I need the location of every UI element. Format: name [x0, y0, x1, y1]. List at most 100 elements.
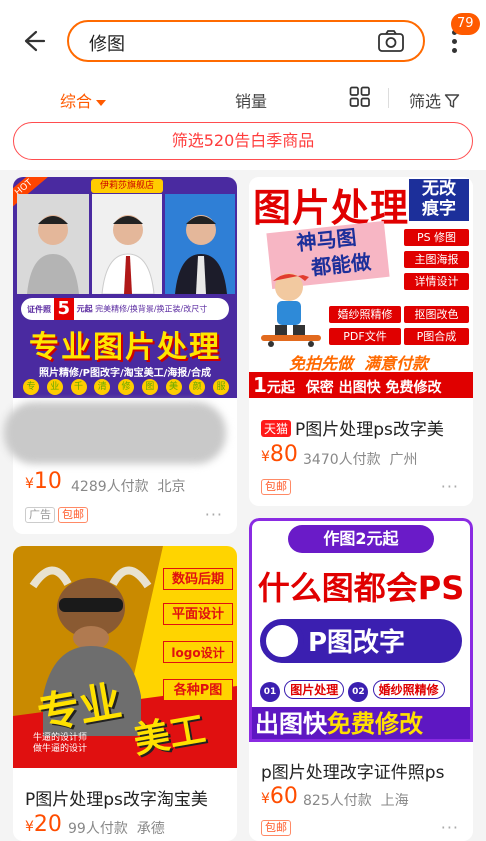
notification-badge: 79	[451, 13, 480, 35]
product-card-1[interactable]: HOT 伊莉莎旗舰店 证件照 5 元起 完美精修/换背景/换正装/改尺寸 专业图…	[13, 177, 237, 534]
product-price-2: ¥80	[261, 442, 298, 467]
back-arrow-icon[interactable]	[18, 26, 48, 56]
free-shipping-tag: 包邮	[58, 507, 88, 523]
sold-count: 3470人付款	[303, 452, 381, 468]
search-query: 修图	[89, 34, 125, 55]
label-chip: 平面设计	[163, 603, 233, 625]
sort-comprehensive-label: 综合	[60, 92, 93, 111]
image-corner-badge: 无改 痕字	[409, 179, 469, 221]
location: 上海	[380, 793, 409, 809]
free-shipping-tag: 包邮	[261, 479, 291, 495]
label-chip: 各种P图	[163, 679, 233, 701]
service-chip: P图合成	[404, 328, 469, 345]
location: 北京	[157, 479, 186, 495]
product-card-2[interactable]: 图片处理 无改 痕字 神马图 都能做 PS 修图 主图海报 详情设计 婚纱照精修…	[249, 177, 473, 506]
blurred-title-overlay	[4, 402, 226, 464]
product-title-2: 天猫 P图片处理ps改字美	[261, 415, 444, 440]
camera-icon[interactable]	[377, 29, 405, 53]
image-footer: 出图快免费修改	[252, 707, 470, 739]
sort-sales[interactable]: 销量	[235, 88, 267, 112]
image-subline: 照片精修/P图改字/淘宝美工/海报/合成	[39, 368, 211, 379]
product-meta-4: 825人付款 上海	[303, 790, 409, 810]
image-dots-row: 专 业 千 清 修 图 美 颜 服	[23, 379, 229, 395]
ad-tag: 广告	[25, 507, 55, 523]
banner-row: 筛选520告白季商品	[0, 118, 486, 170]
strip-price-unit: 元起	[76, 304, 93, 314]
product-price-3: ¥20	[25, 812, 62, 837]
option-num: 01	[260, 682, 280, 702]
sold-count: 825人付款	[303, 793, 372, 809]
image-top-pill: 作图2元起	[288, 525, 434, 553]
location: 广州	[389, 452, 418, 468]
product-meta-2: 3470人付款 广州	[303, 449, 418, 469]
search-input[interactable]: 修图	[67, 20, 425, 62]
dot-char: 服	[213, 379, 229, 395]
badge-bottom: 痕字	[422, 199, 456, 219]
caption-1: 牛逼的设计师	[33, 733, 88, 743]
product-meta-1: 4289人付款 北京	[71, 476, 186, 496]
grid-view-icon[interactable]	[349, 86, 371, 108]
price-strip: 证件照 5 元起 完美精修/换背景/换正装/改尺寸	[21, 298, 229, 320]
product-price-4: ¥60	[261, 784, 298, 809]
badge-top: 无改	[422, 179, 456, 199]
product-image-1[interactable]: HOT 伊莉莎旗舰店 证件照 5 元起 完美精修/换背景/换正装/改尺寸 专业图…	[13, 177, 237, 398]
image-caption: 牛逼的设计师 做牛逼的设计	[33, 733, 87, 755]
image-pill: P图改字	[260, 619, 462, 663]
image-headline: 图片处理	[253, 186, 410, 230]
footer-num: 1	[253, 373, 267, 397]
dot-char: 业	[46, 379, 63, 395]
slogan-2: 满意付款	[364, 354, 429, 373]
skateboard-mascot	[261, 273, 321, 347]
footer-unit: 元起	[266, 380, 295, 396]
sold-count: 4289人付款	[71, 479, 149, 495]
filter-label: 筛选	[409, 92, 442, 111]
price-value: 20	[33, 812, 62, 837]
card-more-icon[interactable]: ···	[441, 818, 459, 837]
card-more-icon[interactable]: ···	[441, 477, 459, 496]
dot-char: 图	[141, 379, 158, 395]
footer-1: 出图快	[255, 710, 327, 738]
sold-count: 99人付款	[68, 821, 128, 837]
strip-rest: 完美精修/换背景/换正装/改尺寸	[95, 304, 208, 314]
pill-text: P图改字	[308, 628, 406, 658]
product-image-4[interactable]: 作图2元起 什么图都会PS P图改字 01 图片处理 02 婚纱照精修 出图快免…	[249, 518, 473, 742]
price-value: 80	[269, 442, 298, 467]
funnel-icon	[444, 93, 460, 113]
free-shipping-tag: 包邮	[261, 820, 291, 836]
product-card-3[interactable]: 数码后期 平面设计 logo设计 各种P图 专业 美工 牛逼的设计师 做牛逼的设…	[13, 546, 237, 841]
product-image-3[interactable]: 数码后期 平面设计 logo设计 各种P图 专业 美工 牛逼的设计师 做牛逼的设…	[13, 546, 237, 768]
service-chip: PDF文件	[329, 328, 401, 345]
footer-2: 免费修改	[327, 710, 423, 738]
label-chip: logo设计	[163, 641, 233, 663]
image-footer: 1元起 保密 出图快 免费修改	[249, 372, 473, 398]
product-card-4[interactable]: 作图2元起 什么图都会PS P图改字 01 图片处理 02 婚纱照精修 出图快免…	[249, 518, 473, 841]
top-bar: 修图 79	[0, 0, 486, 78]
caption-2: 做牛逼的设计	[33, 744, 88, 754]
dot-char: 美	[165, 379, 182, 395]
strip-label: 证件照	[27, 304, 51, 314]
footer-rest: 保密 出图快 免费修改	[305, 380, 442, 396]
product-price-1: ¥10	[25, 469, 62, 494]
option-num: 02	[348, 682, 369, 702]
campaign-filter-banner[interactable]: 筛选520告白季商品	[13, 122, 473, 160]
slogan-row: 免拍先做 满意付款	[289, 350, 469, 374]
dot-char: 千	[70, 379, 87, 395]
dot-char: 修	[118, 379, 134, 395]
product-title-3: P图片处理ps改字淘宝美	[25, 790, 208, 810]
service-chip: 抠图改色	[404, 306, 469, 323]
tmall-badge: 天猫	[261, 420, 292, 437]
sort-divider	[388, 88, 389, 108]
card-more-icon[interactable]: ···	[205, 505, 223, 524]
option-row: 01 图片处理 02 婚纱照精修	[260, 680, 470, 702]
filter-button[interactable]: 筛选	[409, 88, 460, 113]
title-text: P图片处理ps改字美	[295, 420, 444, 440]
strip-price-num: 5	[53, 298, 75, 320]
sort-comprehensive[interactable]: 综合	[60, 88, 107, 112]
product-image-2[interactable]: 图片处理 无改 痕字 神马图 都能做 PS 修图 主图海报 详情设计 婚纱照精修…	[249, 177, 473, 398]
dot-char: 颜	[189, 379, 206, 395]
product-title-4: p图片处理改字证件照ps	[261, 763, 445, 783]
dot-char: 专	[23, 379, 39, 395]
label-chip: 数码后期	[163, 568, 233, 590]
price-value: 10	[33, 469, 62, 494]
service-chip: 详情设计	[404, 273, 469, 290]
